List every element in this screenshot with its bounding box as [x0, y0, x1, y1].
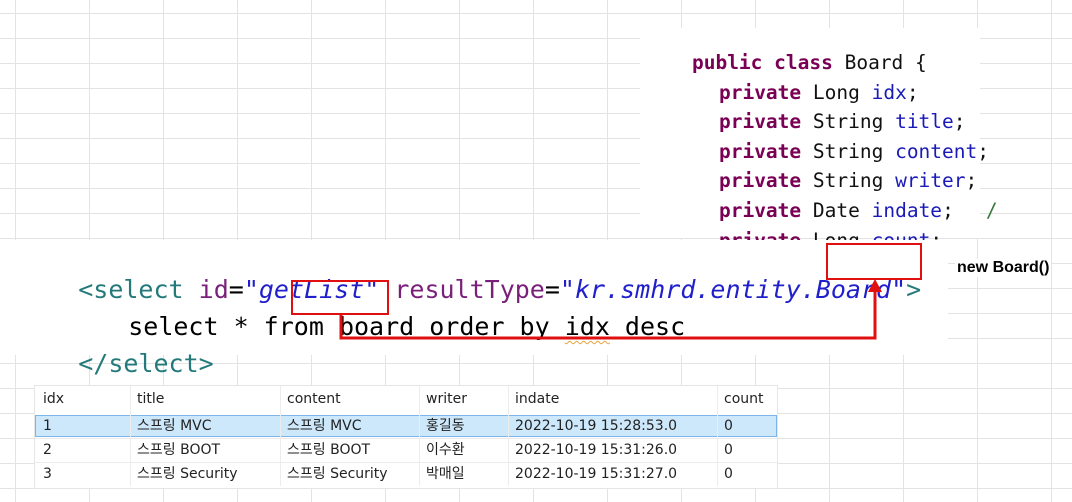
column-divider	[419, 386, 420, 486]
table-cell-indate[interactable]: 2022-10-19 15:31:27.0	[515, 463, 677, 485]
table-cell-indate[interactable]: 2022-10-19 15:31:26.0	[515, 439, 677, 461]
table-cell-indate[interactable]: 2022-10-19 15:28:53.0	[515, 415, 677, 437]
column-header-indate[interactable]: indate	[515, 388, 559, 410]
new-board-annotation: new Board()	[955, 259, 1052, 277]
table-cell-writer[interactable]: 홍길동	[426, 415, 465, 437]
table-cell-content[interactable]: 스프링 MVC	[287, 415, 362, 437]
mapping-arrow-line	[339, 290, 877, 340]
table-cell-count[interactable]: 0	[724, 439, 733, 461]
table-cell-title[interactable]: 스프링 MVC	[137, 415, 212, 437]
column-header-writer[interactable]: writer	[426, 388, 467, 410]
table-cell-idx[interactable]: 3	[43, 463, 52, 485]
column-header-title[interactable]: title	[137, 388, 164, 410]
table-cell-count[interactable]: 0	[724, 415, 733, 437]
query-result-grid: idx title content writer indate count 1 …	[34, 385, 778, 489]
column-divider	[280, 386, 281, 486]
column-header-idx[interactable]: idx	[43, 388, 64, 410]
table-cell-content[interactable]: 스프링 Security	[287, 463, 388, 485]
column-header-count[interactable]: count	[724, 388, 764, 410]
table-cell-count[interactable]: 0	[724, 463, 733, 485]
column-header-content[interactable]: content	[287, 388, 341, 410]
table-cell-idx[interactable]: 1	[43, 415, 52, 437]
column-divider	[717, 386, 718, 486]
column-divider	[130, 386, 131, 486]
table-cell-title[interactable]: 스프링 BOOT	[137, 439, 220, 461]
table-cell-content[interactable]: 스프링 BOOT	[287, 439, 370, 461]
column-divider	[508, 386, 509, 486]
table-cell-title[interactable]: 스프링 Security	[137, 463, 238, 485]
table-cell-idx[interactable]: 2	[43, 439, 52, 461]
table-cell-writer[interactable]: 박매일	[426, 463, 465, 485]
table-cell-writer[interactable]: 이수환	[426, 439, 465, 461]
mapping-arrow-head	[868, 279, 882, 292]
